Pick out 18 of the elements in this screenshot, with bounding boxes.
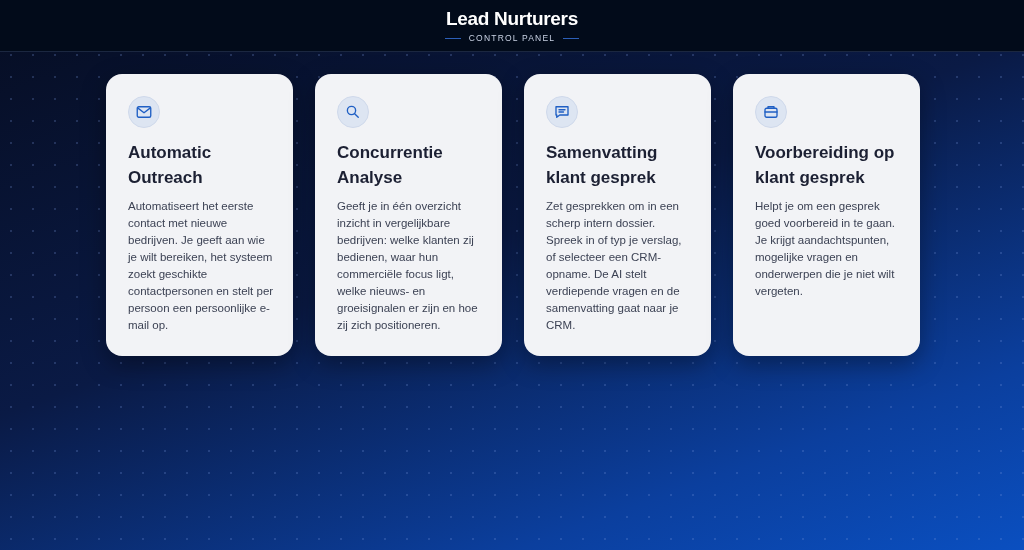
card-title: Concurrentie Analyse	[337, 142, 444, 189]
briefcase-icon	[755, 96, 787, 128]
chat-bubble-icon	[546, 96, 578, 128]
card-description: Helpt je om een gesprek goed voorbereid in te gaan. Je krijgt aandachtspunten, mogelijke vragen en onderwerpen die je niet wilt vergeten.	[755, 199, 897, 299]
app-subtitle: CONTROL PANEL	[468, 33, 556, 43]
card-title: Samenvatting klant gesprek	[546, 142, 659, 189]
card-description: Automatiseert het eerste contact met nieuwe bedrijven. Je geeft aan wie je wilt bereiken, het systeem zoekt geschikte contactpersonen en stelt per persoon een persoonlijke e-mail op.	[128, 199, 275, 333]
card-title: Voorbereiding op klant gesprek	[755, 142, 896, 189]
card-description: Zet gesprekken om in een scherp intern dossier. Spreek in of typ je verslag, of selecteer een CRM-opname. De AI stelt verdiepende vragen en de samenvatting gaat naar je CRM.	[546, 199, 683, 333]
card-title: Automatic Outreach	[128, 142, 213, 189]
search-icon	[337, 96, 369, 128]
tool-card[interactable]	[315, 74, 502, 356]
mail-icon	[128, 96, 160, 128]
tool-card[interactable]: Samenvatting klant gesprek Zet gesprekken om in een scherp intern dossier. Spreek in of typ je verslag, of selecteer een CRM-opname. De AI stelt verdiepende vragen en de samenvatting gaat naar je CRM.	[524, 74, 711, 356]
tool-card[interactable]: Voorbereiding op klant gesprek Helpt je om een gesprek goed voorbereid in te gaan. Je krijgt aandachtspunten, mogelijke vragen en onderwerpen die je niet wilt vergeten.	[733, 74, 920, 356]
tool-card[interactable]	[106, 74, 293, 356]
card-description: Geeft je in één overzicht inzicht in vergelijkbare bedrijven: welke klanten zij bedienen, waar hun commerciële focus ligt, welke nieuws- en groeisignalen er zijn en hoe zij zich positioneren.	[337, 199, 479, 333]
app-title: Lead Nurturers	[446, 8, 578, 30]
